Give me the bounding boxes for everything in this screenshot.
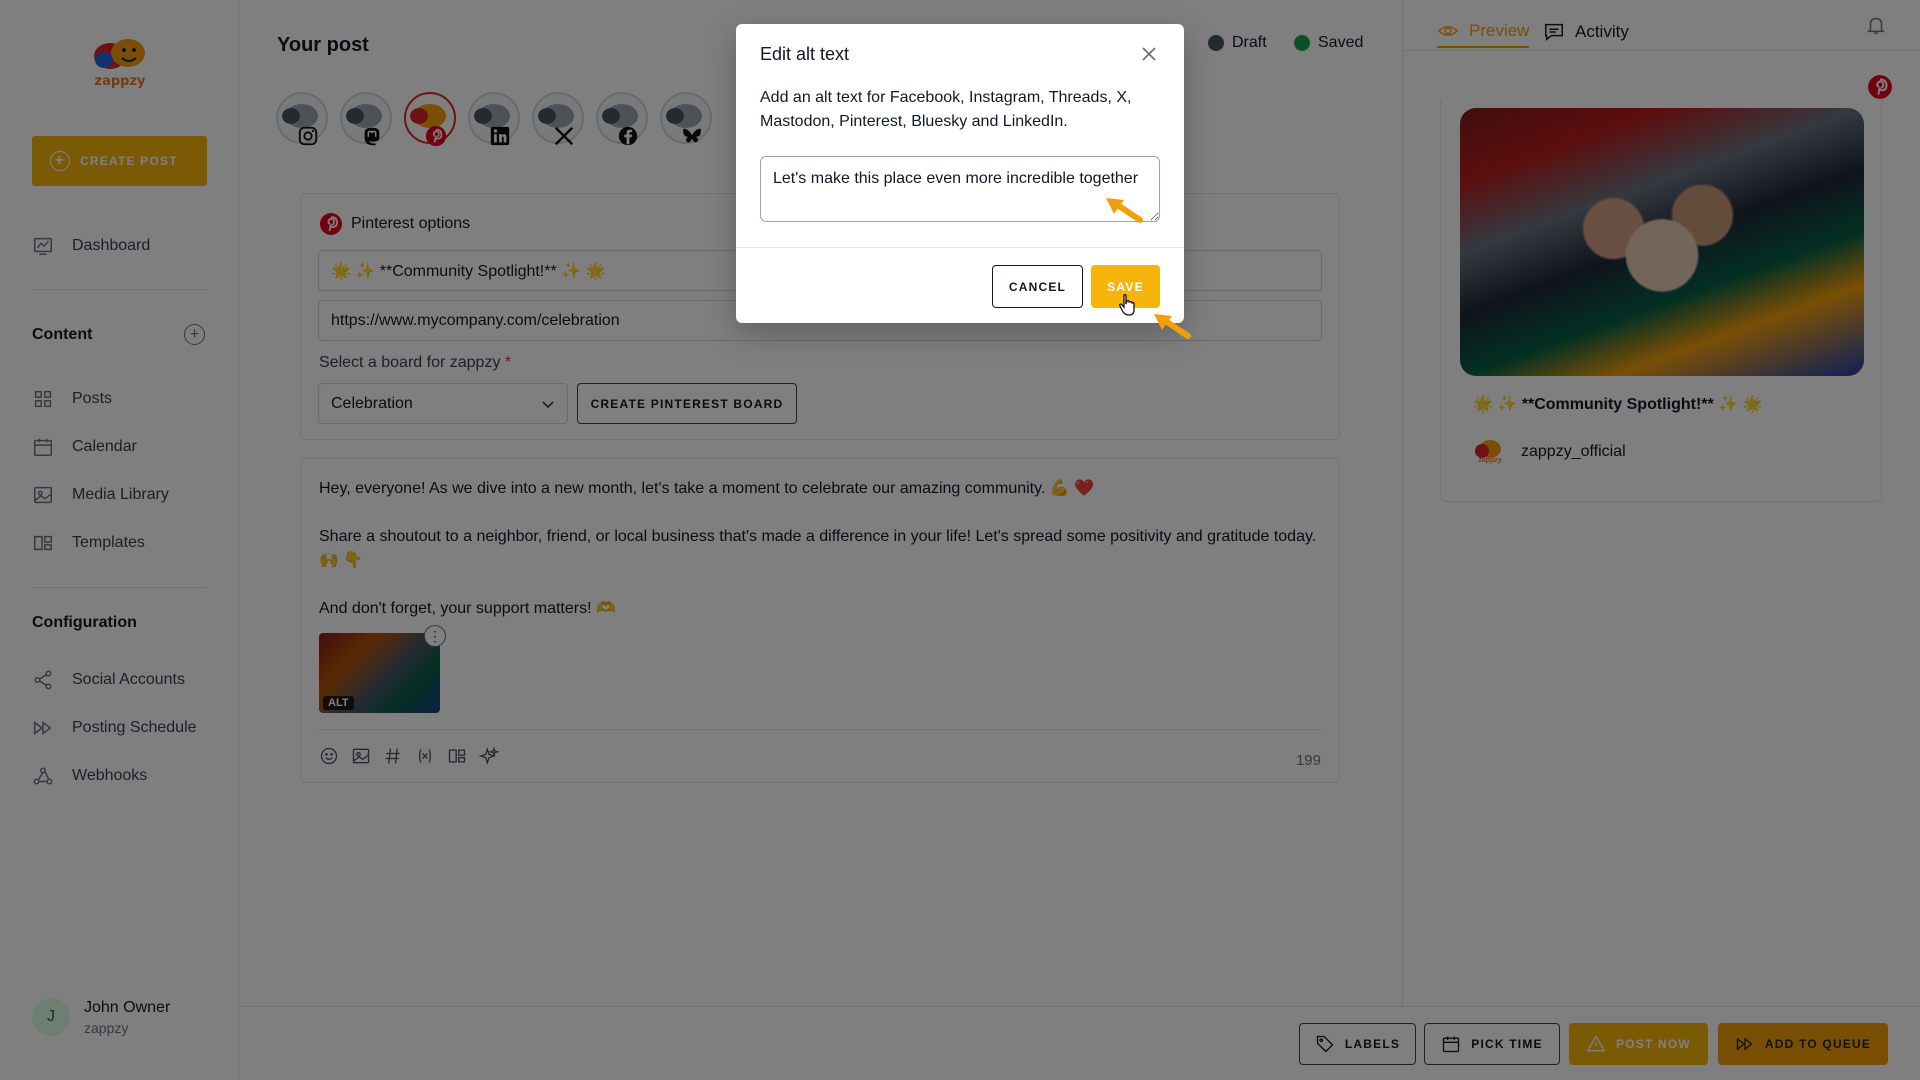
edit-alt-text-dialog: Edit alt text Add an alt text for Facebo… <box>736 24 1184 323</box>
annotation-arrow-icon <box>1154 314 1191 339</box>
hand-cursor-icon <box>1119 294 1135 316</box>
cancel-button[interactable]: CANCEL <box>992 265 1083 308</box>
alt-text-input[interactable]: Let's make this place even more incredib… <box>760 156 1160 222</box>
dialog-description: Add an alt text for Facebook, Instagram,… <box>760 89 1132 130</box>
annotation-arrow-icon <box>1106 198 1143 223</box>
dialog-divider <box>736 247 1184 248</box>
dialog-title: Edit alt text <box>760 44 850 64</box>
close-icon[interactable] <box>1139 44 1159 64</box>
